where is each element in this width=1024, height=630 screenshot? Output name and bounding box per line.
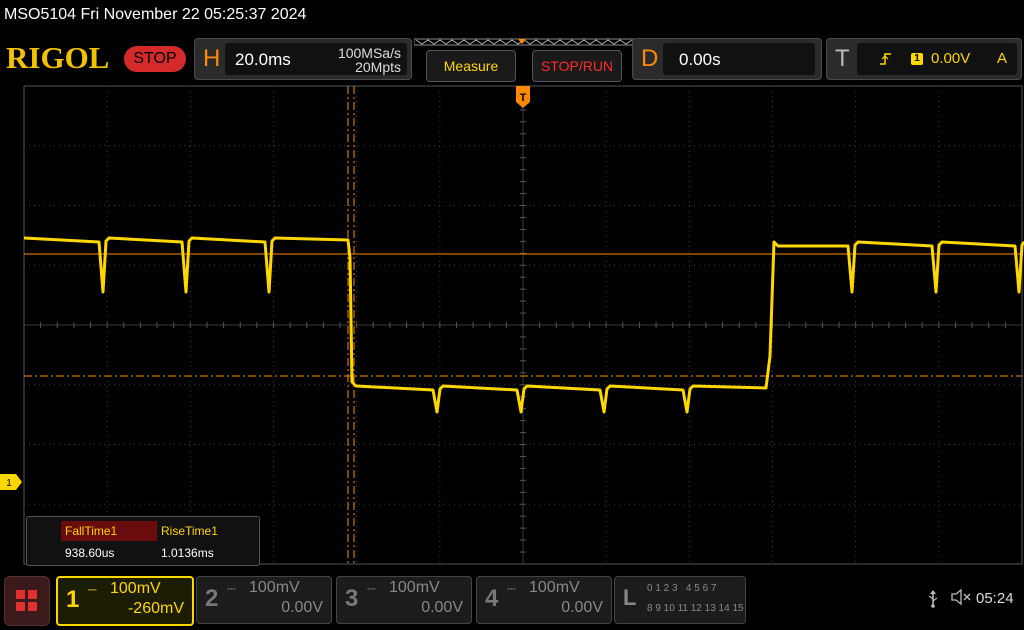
rising-edge-icon — [879, 51, 893, 70]
horizontal-box[interactable]: 20.0ms 100MSa/s 20Mpts — [225, 43, 407, 75]
timebase-value: 20.0ms — [235, 50, 291, 69]
logic-channels-row-2: 8 9 10 11 12 13 14 15 — [647, 603, 744, 614]
horizontal-panel[interactable]: H 20.0ms 100MSa/s 20Mpts — [194, 38, 412, 80]
logic-channels-row-1: 0 1 2 3 4 5 6 7 — [647, 583, 717, 594]
channel-3-scale: 100mV — [389, 579, 440, 596]
logic-analyzer-panel[interactable]: L 0 1 2 3 4 5 6 7 8 9 10 11 12 13 14 15 — [614, 576, 746, 624]
trigger-box[interactable]: 1 0.00V A — [857, 43, 1017, 75]
channel-3-offset: 0.00V — [421, 599, 463, 616]
ch1-ground-marker[interactable]: 1 — [0, 474, 22, 490]
measurement-table[interactable]: FallTime1 RiseTime1 938.60us 1.0136ms — [26, 516, 260, 566]
status-clock: 05:24 — [976, 590, 1014, 607]
dc-coupling-icon: ⎓ — [88, 584, 97, 596]
channel-4-panel[interactable]: 4 ⎓ 100mV 0.00V — [476, 576, 612, 624]
svg-text:T: T — [520, 92, 527, 104]
stop-run-button[interactable]: STOP/RUN — [532, 50, 622, 82]
delay-panel[interactable]: D 0.00s — [632, 38, 822, 80]
trigger-mode: A — [997, 50, 1008, 67]
channel-3-number: 3 — [345, 585, 359, 612]
title-bar: MSO5104 Fri November 22 05:25:37 2024 — [0, 0, 1024, 34]
trigger-panel[interactable]: T 1 0.00V A — [826, 38, 1022, 80]
channel-2-scale: 100mV — [249, 579, 300, 596]
dc-coupling-icon: ⎓ — [227, 583, 236, 595]
dc-coupling-icon: ⎓ — [367, 583, 376, 595]
channel-1-scale: 100mV — [110, 580, 161, 597]
rise-time-value: 1.0136ms — [161, 546, 214, 560]
usb-icon — [926, 590, 940, 613]
channel-1-number: 1 — [66, 586, 80, 613]
measure-button[interactable]: Measure — [426, 50, 516, 82]
graticule — [23, 85, 1023, 565]
grid-menu-icon — [16, 590, 37, 611]
horizontal-letter: H — [203, 45, 221, 72]
trigger-letter: T — [835, 45, 850, 72]
mute-speaker-icon[interactable] — [950, 588, 972, 611]
fall-time-label: FallTime1 — [61, 521, 157, 541]
logic-letter: L — [623, 585, 637, 610]
channel-2-offset: 0.00V — [281, 599, 323, 616]
trigger-position-marker[interactable]: T — [516, 86, 530, 108]
trigger-source: 1 — [911, 53, 923, 65]
home-menu-button[interactable] — [4, 576, 50, 626]
delay-value: 0.00s — [679, 50, 721, 69]
channel-4-number: 4 — [485, 585, 499, 612]
ch1-marker-label: 1 — [6, 478, 12, 489]
delay-box[interactable]: 0.00s — [663, 43, 815, 75]
fall-time-value: 938.60us — [65, 546, 115, 560]
channel-4-offset: 0.00V — [561, 599, 603, 616]
memory-position-bar — [414, 38, 636, 46]
channel-3-panel[interactable]: 3 ⎓ 100mV 0.00V — [336, 576, 472, 624]
channel-2-number: 2 — [205, 585, 219, 612]
brand-logo: RIGOL — [6, 40, 110, 75]
channel-2-panel[interactable]: 2 ⎓ 100mV 0.00V — [196, 576, 332, 624]
trigger-level: 0.00V — [931, 50, 971, 67]
run-state-badge[interactable]: STOP — [124, 46, 186, 72]
memory-depth: 20Mpts — [355, 59, 401, 75]
device-title: MSO5104 Fri November 22 05:25:37 2024 — [4, 6, 307, 23]
delay-letter: D — [641, 45, 659, 72]
dc-coupling-icon: ⎓ — [507, 583, 516, 595]
channel-4-scale: 100mV — [529, 579, 580, 596]
channel-1-panel[interactable]: 1 ⎓ 100mV -260mV — [56, 576, 194, 626]
rise-time-label: RiseTime1 — [161, 524, 218, 538]
waveform-display[interactable]: T 1 — [0, 84, 1024, 568]
channel-1-offset: -260mV — [127, 600, 184, 617]
